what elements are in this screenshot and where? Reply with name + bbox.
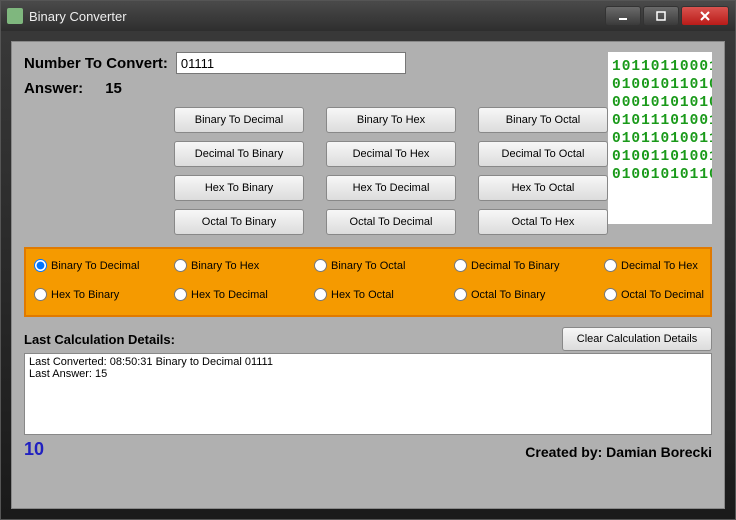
- decimal-to-hex-button[interactable]: Decimal To Hex: [326, 141, 456, 167]
- client-area: Number To Convert: Answer: 15 Binary To …: [1, 31, 735, 519]
- number-input[interactable]: [176, 52, 406, 74]
- octal-to-hex-button[interactable]: Octal To Hex: [478, 209, 608, 235]
- radio-binary-to-decimal[interactable]: Binary To Decimal: [34, 259, 174, 272]
- radio-hex-to-binary[interactable]: Hex To Binary: [34, 288, 174, 301]
- radio-octal-to-binary[interactable]: Octal To Binary: [454, 288, 604, 301]
- octal-to-binary-button[interactable]: Octal To Binary: [174, 209, 304, 235]
- answer-value: 15: [105, 80, 122, 97]
- radio-decimal-to-binary[interactable]: Decimal To Binary: [454, 259, 604, 272]
- details-textbox[interactable]: Last Converted: 08:50:31 Binary to Decim…: [24, 353, 712, 435]
- clear-calculation-button[interactable]: Clear Calculation Details: [562, 327, 712, 351]
- details-header: Last Calculation Details:: [24, 332, 562, 347]
- close-button[interactable]: [681, 6, 729, 26]
- footer-number: 10: [24, 439, 44, 460]
- radio-binary-to-octal[interactable]: Binary To Octal: [314, 259, 454, 272]
- titlebar[interactable]: Binary Converter: [1, 1, 735, 31]
- binary-to-hex-button[interactable]: Binary To Hex: [326, 107, 456, 133]
- radio-hex-to-decimal[interactable]: Hex To Decimal: [174, 288, 314, 301]
- app-window: Binary Converter Number To Convert:: [0, 0, 736, 520]
- hex-to-binary-button[interactable]: Hex To Binary: [174, 175, 304, 201]
- main-panel: Number To Convert: Answer: 15 Binary To …: [11, 41, 725, 509]
- binary-to-octal-button[interactable]: Binary To Octal: [478, 107, 608, 133]
- radio-octal-to-decimal[interactable]: Octal To Decimal: [604, 288, 736, 301]
- number-label: Number To Convert:: [24, 55, 168, 72]
- answer-label: Answer:: [24, 80, 83, 97]
- decimal-to-octal-button[interactable]: Decimal To Octal: [478, 141, 608, 167]
- conversion-button-grid: Binary To Decimal Binary To Hex Binary T…: [174, 107, 608, 235]
- radio-panel: Binary To Decimal Binary To Hex Binary T…: [24, 247, 712, 317]
- app-icon: [7, 8, 23, 24]
- window-title: Binary Converter: [29, 9, 605, 24]
- decimal-to-binary-button[interactable]: Decimal To Binary: [174, 141, 304, 167]
- minimize-button[interactable]: [605, 6, 641, 26]
- radio-binary-to-hex[interactable]: Binary To Hex: [174, 259, 314, 272]
- hex-to-octal-button[interactable]: Hex To Octal: [478, 175, 608, 201]
- binary-art-image: 10110110001100 01001011010011 0001010101…: [608, 52, 712, 224]
- maximize-button[interactable]: [643, 6, 679, 26]
- radio-hex-to-octal[interactable]: Hex To Octal: [314, 288, 454, 301]
- hex-to-decimal-button[interactable]: Hex To Decimal: [326, 175, 456, 201]
- radio-decimal-to-hex[interactable]: Decimal To Hex: [604, 259, 736, 272]
- binary-to-decimal-button[interactable]: Binary To Decimal: [174, 107, 304, 133]
- octal-to-decimal-button[interactable]: Octal To Decimal: [326, 209, 456, 235]
- footer-credit: Created by: Damian Borecki: [525, 444, 712, 460]
